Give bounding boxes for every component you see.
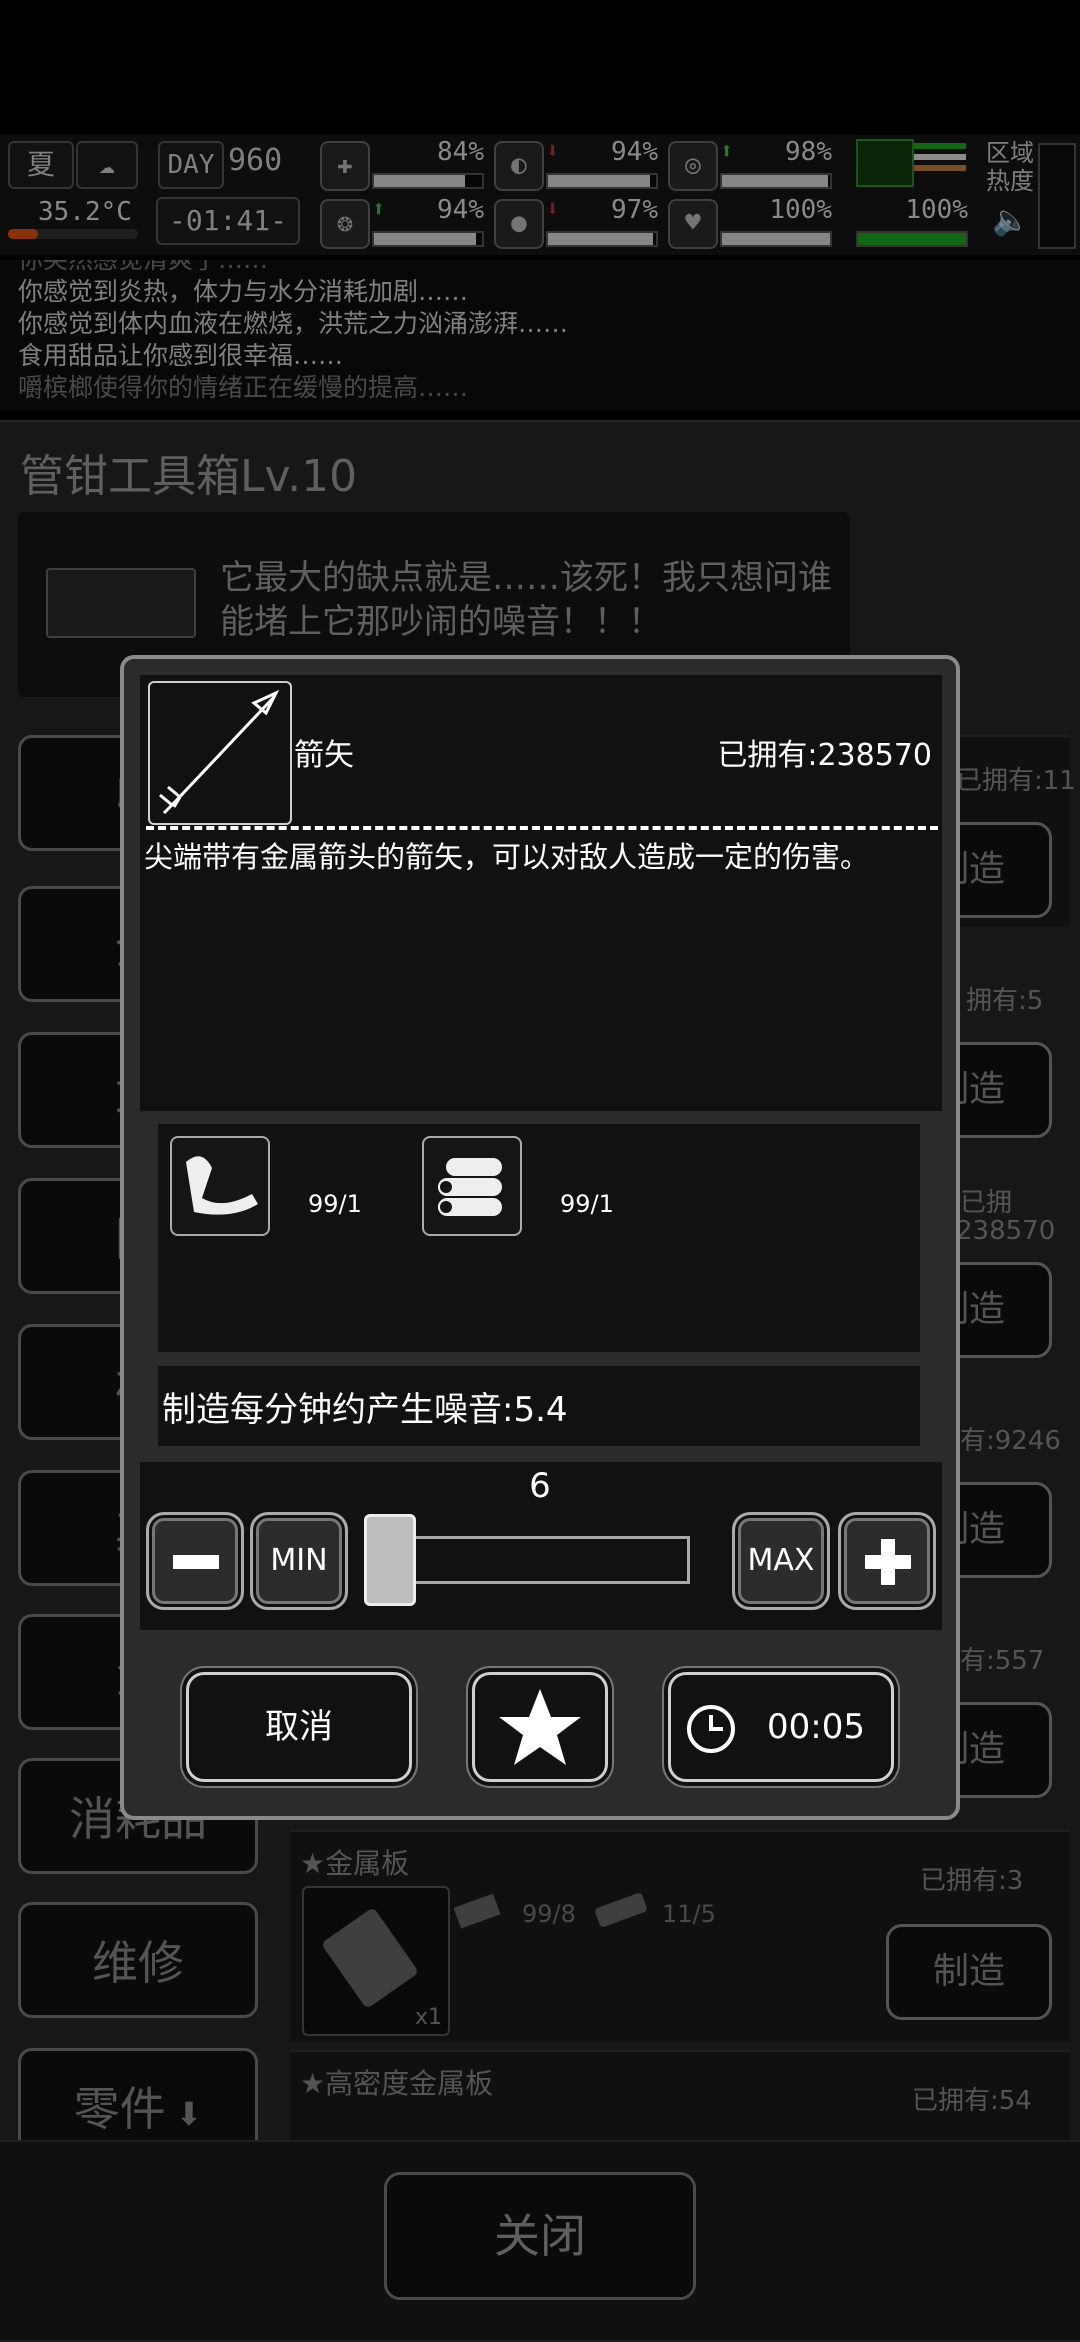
arrow-glyph [159,689,280,815]
material-count: 99/1 [560,1190,614,1218]
item-owned-count: 已拥有:238570 [717,738,932,773]
decrease-button[interactable] [146,1512,244,1610]
item-name: 箭矢 [294,738,354,773]
slider-handle[interactable] [364,1514,416,1606]
min-button[interactable]: MIN [250,1512,348,1610]
materials-box [158,1124,920,1352]
cancel-button[interactable]: 取消 [186,1672,412,1782]
minus-icon [173,1555,219,1569]
min-label: MIN [270,1543,328,1578]
dashed-divider [146,826,938,830]
increase-button[interactable] [838,1512,936,1610]
arrow-item-icon [148,681,292,825]
star-icon [499,1689,581,1765]
favorite-button[interactable] [472,1672,608,1782]
quantity-value: 6 [529,1466,551,1506]
craft-time: 00:05 [767,1707,865,1747]
wood-logs-icon [422,1136,522,1236]
material-count: 99/1 [308,1190,362,1218]
cancel-label: 取消 [265,1707,333,1747]
noise-info: 制造每分钟约产生噪音:5.4 [158,1366,920,1446]
logs-glyph [438,1158,502,1216]
item-description: 尖端带有金属箭头的箭矢，可以对敌人造成一定的伤害。 [144,840,870,874]
max-label: MAX [747,1543,815,1578]
clock-icon [687,1705,735,1753]
feather-glyph [186,1156,258,1215]
craft-button[interactable]: 00:05 [668,1672,894,1782]
feather-icon [170,1136,270,1236]
max-button[interactable]: MAX [732,1512,830,1610]
noise-text: 制造每分钟约产生噪音:5.4 [162,1390,568,1430]
plus-icon-vertical [881,1539,895,1585]
